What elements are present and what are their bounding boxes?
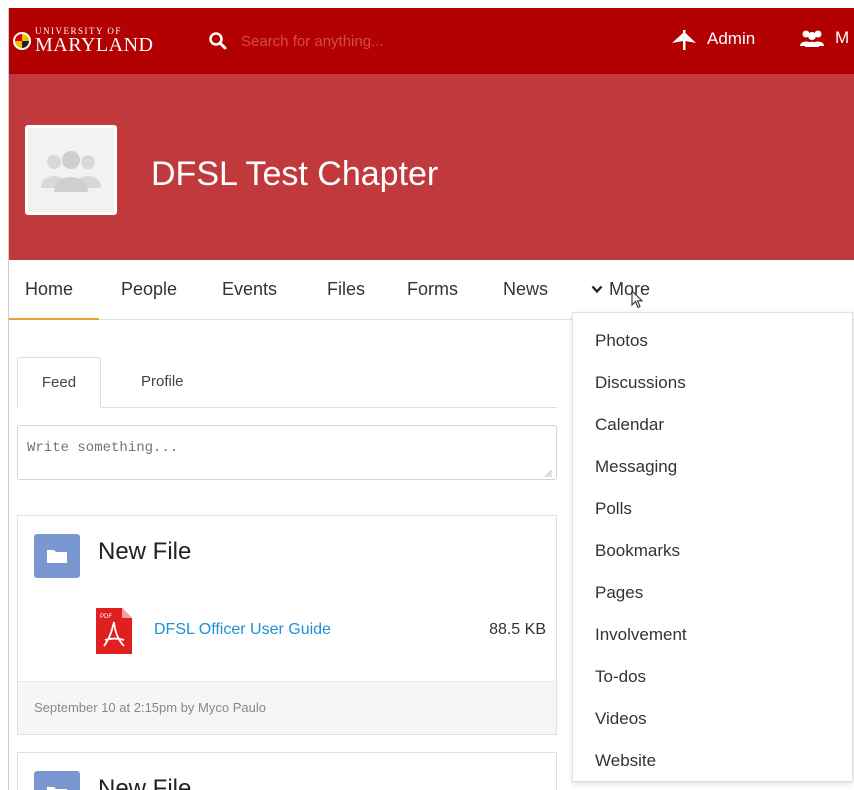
menu-item-polls[interactable]: Polls [595,499,632,519]
folder-icon [34,534,80,578]
tab-forms[interactable]: Forms [407,260,458,320]
maryland-flag-icon [13,32,31,50]
app-frame: UNIVERSITY OF MARYLAND Admin [8,8,854,790]
cursor-icon [631,290,644,309]
logo-text: UNIVERSITY OF MARYLAND [35,27,154,56]
admin-icon [672,30,696,50]
menu-item-website[interactable]: Website [595,751,656,771]
folder-icon [34,771,80,790]
post-card: New File PDF DFSL Officer User Guide 88.… [17,515,557,735]
file-size: 88.5 KB [489,621,546,638]
more-dropdown: Photos Discussions Calendar Messaging Po… [572,312,853,782]
resize-grip-icon[interactable] [543,468,553,478]
members-link[interactable]: M [799,28,849,48]
menu-item-pages[interactable]: Pages [595,583,643,603]
post-footer: September 10 at 2:15pm by Myco Paulo [18,681,556,734]
menu-item-messaging[interactable]: Messaging [595,457,677,477]
chapter-banner: DFSL Test Chapter [9,74,854,260]
menu-item-videos[interactable]: Videos [595,709,647,729]
menu-item-involvement[interactable]: Involvement [595,625,687,645]
main-nav: Home People Events Files Forms News More [9,260,854,320]
top-bar: UNIVERSITY OF MARYLAND Admin [9,8,854,74]
avatar-placeholder-icon [41,151,101,192]
tab-more[interactable]: More [573,260,673,320]
post-title: New File [98,775,192,790]
tab-news[interactable]: News [503,260,548,320]
file-link[interactable]: DFSL Officer User Guide [154,621,331,639]
search-icon[interactable] [208,31,228,51]
post-card: New File [17,752,557,790]
members-label: M [835,28,850,47]
tab-home[interactable]: Home [9,260,99,320]
svg-text:PDF: PDF [100,614,112,620]
file-attachment: PDF DFSL Officer User Guide 88.5 KB [96,608,546,654]
post-meta: September 10 at 2:15pm by Myco Paulo [34,700,266,715]
search-input[interactable] [241,28,501,54]
chevron-down-icon [591,285,603,294]
menu-item-todos[interactable]: To-dos [595,667,646,687]
tab-feed[interactable]: Feed [17,357,101,408]
admin-link[interactable]: Admin [669,28,755,50]
admin-label: Admin [707,29,756,48]
menu-item-photos[interactable]: Photos [595,331,648,351]
avatar[interactable] [25,125,117,215]
tab-profile[interactable]: Profile [141,357,184,408]
post-title: New File [98,538,192,565]
menu-item-calendar[interactable]: Calendar [595,415,664,435]
menu-item-discussions[interactable]: Discussions [595,373,686,393]
tab-events[interactable]: Events [222,260,277,320]
pdf-icon: PDF [96,608,132,654]
university-logo[interactable]: UNIVERSITY OF MARYLAND [13,23,153,59]
menu-item-bookmarks[interactable]: Bookmarks [595,541,680,561]
logo-line-maryland: MARYLAND [35,34,154,56]
tab-people[interactable]: People [121,260,177,320]
compose-input[interactable] [17,425,557,480]
members-icon [800,30,824,47]
feed-tabs: Feed Profile [17,357,557,408]
page-title: DFSL Test Chapter [151,155,439,193]
tab-files[interactable]: Files [327,260,365,320]
